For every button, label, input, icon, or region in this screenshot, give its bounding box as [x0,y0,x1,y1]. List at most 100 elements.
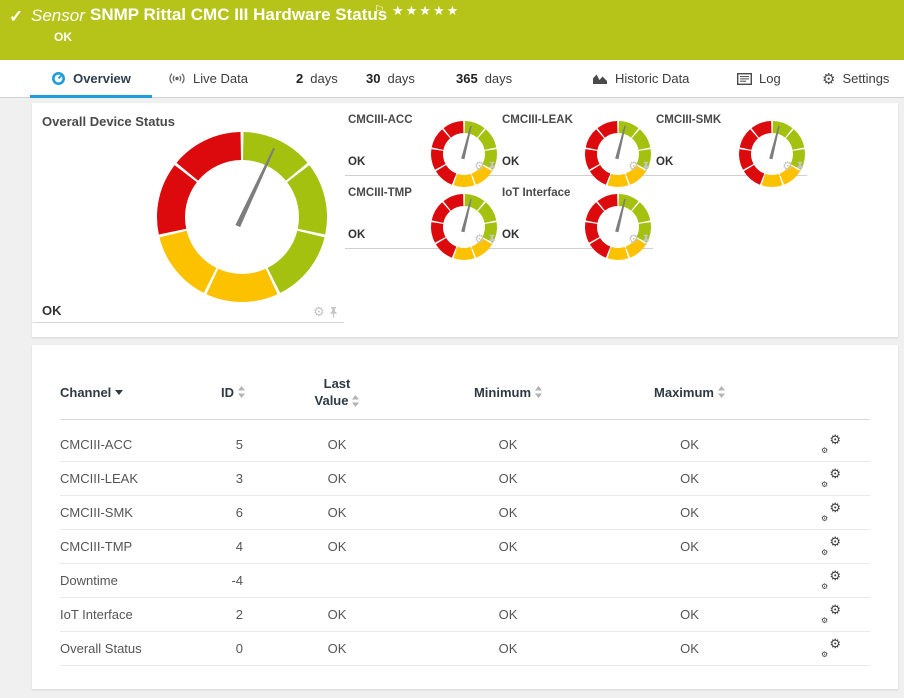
gear-icon[interactable]: ⚙ [313,305,325,318]
tab-2-days[interactable]: 2 days [296,60,338,97]
divider [33,322,344,323]
tab-live-data[interactable]: Live Data [168,60,248,97]
channel-gauge-cell: CMCIII-SMK OK ⚙ [653,103,807,187]
log-list-icon [737,72,752,85]
table-row: CMCIII-TMP 4 OK OK OK ⚙ ⚙ [60,530,870,564]
channel-settings-button[interactable]: ⚙ ⚙ [821,500,841,523]
tab-log[interactable]: Log [737,60,781,97]
gear-icon: ⚙ [821,480,829,489]
tab-label: Overview [73,71,131,86]
tab-historic-data[interactable]: Historic Data [592,60,689,97]
gauge-icon [52,72,66,85]
gear-icon: ⚙ [829,534,841,549]
gauge-title: CMCIII-LEAK [502,114,573,126]
gear-icon[interactable]: ⚙ [474,160,485,172]
cell-id: 5 [235,437,243,452]
tab-label: Settings [842,71,890,86]
tab-label: Live Data [193,71,248,86]
sensor-title: SNMP Rittal CMC III Hardware Status [90,5,388,24]
pin-icon[interactable] [642,161,650,172]
tab-number: 2 [296,71,304,86]
gear-icon: ⚙ [829,568,841,583]
pin-icon[interactable] [642,234,650,245]
channel-status-gauge [583,192,653,262]
tab-overview[interactable]: Overview [30,60,152,98]
tab-label: Log [759,71,781,86]
tab-30-days[interactable]: 30 days [366,60,415,97]
column-header-id[interactable]: ID [180,385,245,400]
cell-minimum: OK [498,641,518,656]
channel-settings-button[interactable]: ⚙ ⚙ [821,636,841,659]
channel-settings-button[interactable]: ⚙ ⚙ [821,433,841,455]
gear-icon: ⚙ [821,548,829,557]
tab-365-days[interactable]: 365 days [456,60,512,97]
tab-bar: Overview Live Data 2 days 30 days 365 da… [0,60,904,98]
gear-icon[interactable]: ⚙ [474,233,485,245]
cell-channel: CMCIII-SMK [60,505,133,520]
channel-status-gauge [429,119,499,189]
cell-id: 3 [235,471,243,486]
table-row: CMCIII-LEAK 3 OK OK OK ⚙ ⚙ [60,462,870,496]
gear-icon: ⚙ [829,636,841,651]
cell-id: 2 [235,607,243,622]
channel-settings-button[interactable]: ⚙ ⚙ [821,466,841,489]
column-header-minimum[interactable]: Minimum [429,385,587,400]
channel-settings-button[interactable]: ⚙ ⚙ [821,534,841,557]
cell-id: 0 [235,641,243,656]
column-header-maximum[interactable]: Maximum [587,385,792,400]
sensor-status-text: OK [54,30,72,44]
cell-last-value: OK [327,607,347,622]
overall-status-gauge [155,130,329,304]
cell-last-value: OK [327,505,347,520]
gauge-title: CMCIII-SMK [656,114,722,126]
table-row: CMCIII-SMK 6 OK OK OK ⚙ ⚙ [60,496,870,530]
cell-channel: CMCIII-ACC [60,437,133,452]
gear-icon[interactable]: ⚙ [782,160,793,172]
channel-status-gauge [429,192,499,262]
tab-label: days [484,71,513,86]
priority-stars[interactable]: ★★★★★ [392,3,460,19]
tab-number: 365 [456,71,478,86]
overall-device-status-cell: Overall Device Status OK ⚙ [32,103,345,337]
column-header-channel[interactable]: Channel [60,385,180,400]
pin-icon[interactable] [488,234,496,245]
gauge-status-text: OK [502,229,520,241]
gear-icon: ⚙ [829,466,841,481]
overview-gauges-panel: Overall Device Status OK ⚙ CMCIII-ACC OK… [32,103,898,337]
cell-minimum: OK [498,471,518,486]
tab-settings[interactable]: ⚙ Settings [822,60,889,97]
gauge-status-text: OK [348,229,366,241]
cell-id: -4 [231,573,243,588]
cell-minimum: OK [498,505,518,520]
gauge-title: CMCIII-ACC [348,114,413,126]
gear-icon: ⚙ [822,70,836,88]
channel-table-panel: Channel ID Last Value Minimum Maximum CM… [32,345,898,689]
channel-gauge-cell: CMCIII-LEAK OK ⚙ [499,103,653,187]
table-body: CMCIII-ACC 5 OK OK OK ⚙ ⚙ CMCIII-LEAK 3 … [32,420,898,666]
pin-icon[interactable] [488,161,496,172]
gear-icon: ⚙ [829,500,841,515]
live-data-icon [169,73,185,84]
pin-icon[interactable] [796,161,804,172]
sort-both-icon [352,394,360,407]
cell-id: 4 [235,539,243,554]
cell-last-value: OK [327,641,347,656]
pin-icon[interactable] [329,306,338,318]
tab-number: 30 [366,71,381,86]
gear-icon[interactable]: ⚙ [628,233,639,245]
table-row: CMCIII-ACC 5 OK OK OK ⚙ ⚙ [60,428,870,462]
cell-last-value: OK [327,437,347,452]
flag-icon[interactable]: ⚐ [374,3,385,17]
gauge-status-text: OK [348,156,366,168]
table-row: Downtime -4 ⚙ ⚙ [60,564,870,598]
channel-settings-button[interactable]: ⚙ ⚙ [821,603,841,625]
channel-status-gauge [737,119,807,189]
cell-channel: CMCIII-TMP [60,539,133,554]
channel-settings-button[interactable]: ⚙ ⚙ [821,568,841,591]
column-header-last-value[interactable]: Last Value [245,375,429,409]
gear-icon: ⚙ [821,616,829,625]
gear-icon: ⚙ [821,446,829,455]
gear-icon[interactable]: ⚙ [628,160,639,172]
gauge-title: Overall Device Status [42,114,175,129]
cell-last-value: OK [327,539,347,554]
